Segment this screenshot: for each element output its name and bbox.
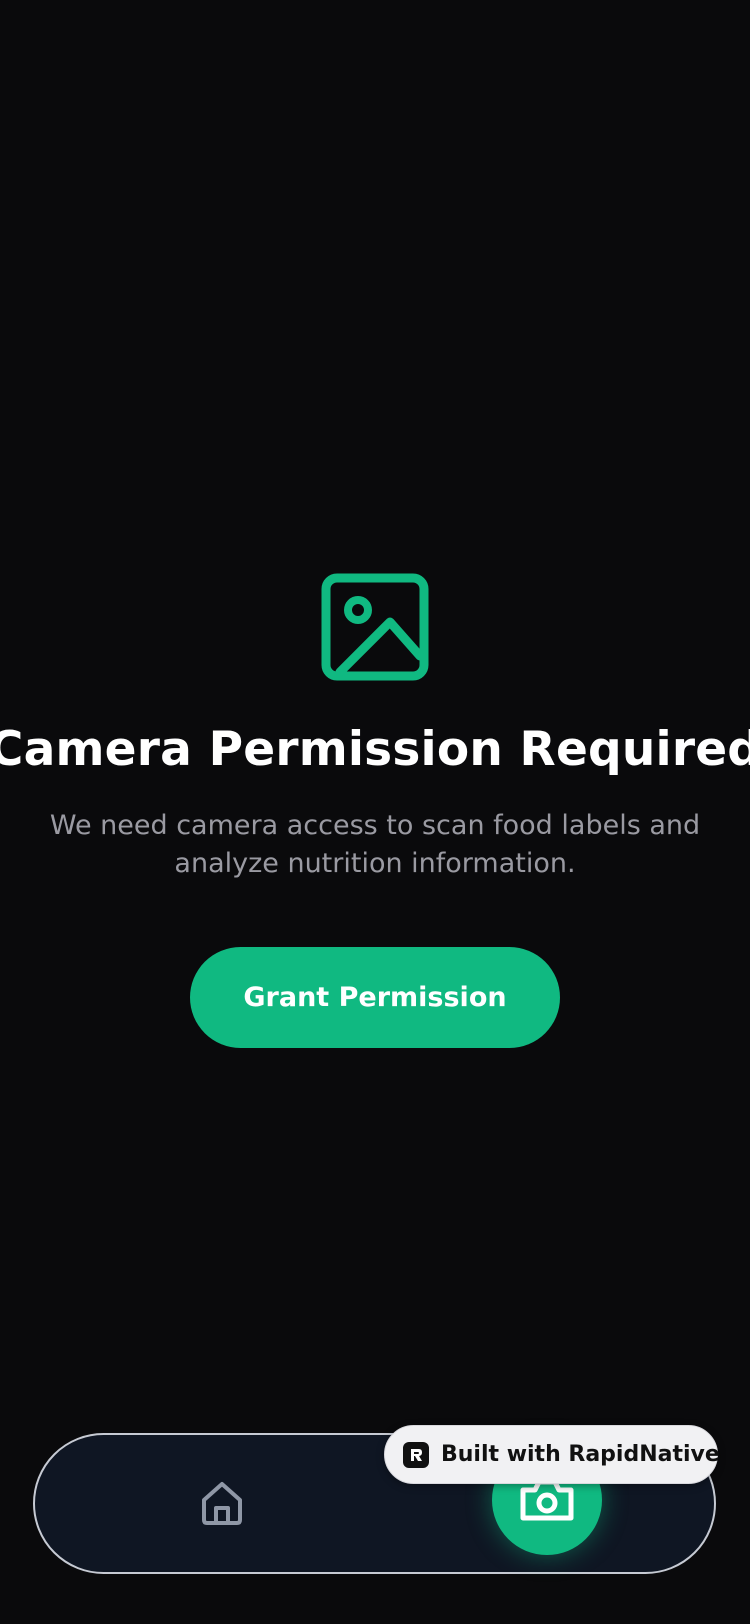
page-title: Camera Permission Required <box>0 722 750 777</box>
permission-panel: Camera Permission Required We need camer… <box>0 572 750 1048</box>
camera-permission-screen: Camera Permission Required We need camer… <box>0 0 750 1624</box>
tab-home[interactable] <box>184 1465 260 1541</box>
permission-description: We need camera access to scan food label… <box>49 810 701 879</box>
rapidnative-logo-icon <box>403 1441 429 1468</box>
grant-permission-button[interactable]: Grant Permission <box>190 947 560 1048</box>
badge-label: Built with RapidNative <box>441 1442 720 1467</box>
built-with-rapidnative-badge[interactable]: Built with RapidNative <box>384 1425 720 1484</box>
image-icon <box>321 573 429 681</box>
home-icon <box>202 1482 242 1525</box>
